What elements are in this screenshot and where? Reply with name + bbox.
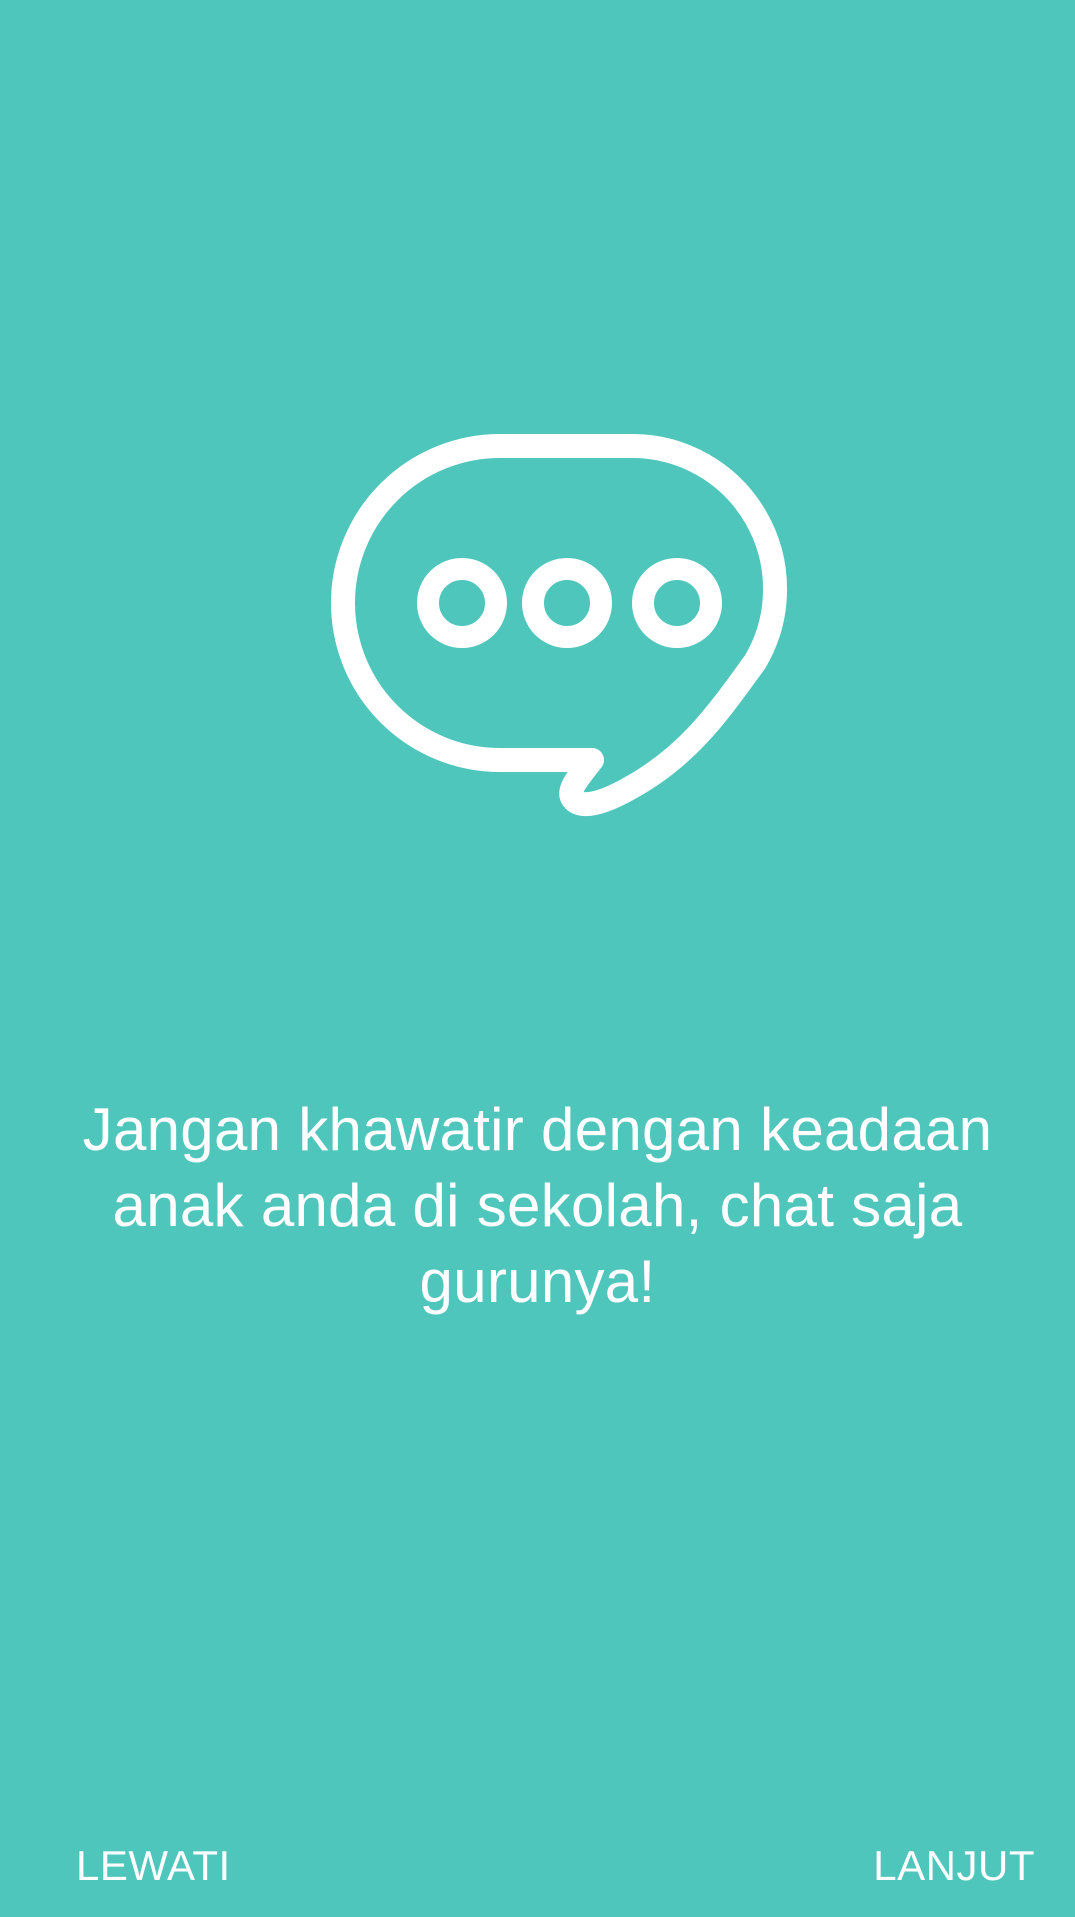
dot-icon — [417, 558, 507, 648]
next-button[interactable]: LANJUT — [873, 1836, 1035, 1896]
skip-button[interactable]: LEWATI — [76, 1836, 231, 1896]
onboarding-message: Jangan khawatir dengan keadaan anak anda… — [82, 1096, 993, 1315]
dot-icon — [522, 558, 612, 648]
onboarding-screen: Jangan khawatir dengan keadaan anak anda… — [0, 0, 1075, 1917]
chat-bubble-icon — [330, 430, 800, 830]
dot-icon — [632, 558, 722, 648]
